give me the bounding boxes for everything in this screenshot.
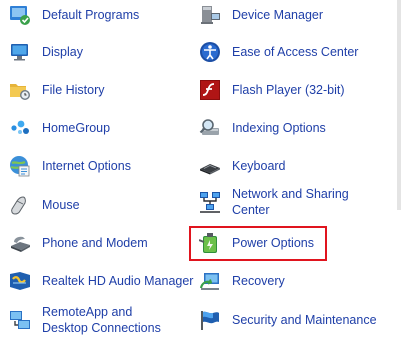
item-device-manager[interactable]: Device Manager (199, 4, 323, 26)
item-label: Recovery (232, 274, 285, 288)
flash-player-icon (199, 79, 221, 101)
item-label: Default Programs (42, 8, 140, 22)
item-label: Mouse (42, 198, 80, 212)
scrollbar-thumb[interactable] (397, 0, 401, 210)
remoteapp-icon (9, 309, 31, 331)
item-phone-modem[interactable]: Phone and Modem (9, 232, 148, 254)
phone-modem-icon (9, 232, 31, 254)
item-indexing-options[interactable]: Indexing Options (199, 117, 326, 139)
indexing-options-icon (199, 117, 221, 139)
item-label: Device Manager (232, 8, 324, 22)
item-label: RemoteApp and Desktop Connections (42, 305, 161, 335)
realtek-audio-icon (9, 270, 31, 292)
item-label: Security and Maintenance (232, 313, 377, 327)
internet-options-icon (9, 155, 31, 177)
item-ease-of-access[interactable]: Ease of Access Center (199, 41, 358, 63)
recovery-icon (199, 270, 221, 292)
network-sharing-icon (199, 191, 221, 213)
item-display[interactable]: Display (9, 41, 83, 63)
item-label: Flash Player (32-bit) (232, 83, 345, 97)
item-security-maintenance[interactable]: Security and Maintenance (199, 309, 377, 331)
item-default-programs[interactable]: Default Programs (9, 4, 139, 26)
item-remoteapp[interactable]: RemoteApp and Desktop Connections (9, 304, 177, 336)
mouse-icon (9, 194, 31, 216)
ease-of-access-icon (199, 41, 221, 63)
security-maintenance-icon (199, 309, 221, 331)
device-manager-icon (199, 4, 221, 26)
control-panel-items: Default Programs Device Manager Display (0, 0, 401, 337)
vertical-scrollbar[interactable] (396, 0, 401, 337)
file-history-icon (9, 79, 31, 101)
item-internet-options[interactable]: Internet Options (9, 155, 131, 177)
item-keyboard[interactable]: Keyboard (199, 155, 286, 177)
item-file-history[interactable]: File History (9, 79, 105, 101)
item-label: File History (42, 83, 105, 97)
item-flash-player[interactable]: Flash Player (32-bit) (199, 79, 345, 101)
keyboard-icon (199, 155, 221, 177)
default-programs-icon (9, 4, 31, 26)
item-label: Indexing Options (232, 121, 326, 135)
item-label: Network and Sharing Center (232, 187, 349, 217)
item-label: Display (42, 45, 83, 59)
item-label: Keyboard (232, 159, 286, 173)
item-label: Phone and Modem (42, 236, 148, 250)
homegroup-icon (9, 117, 31, 139)
item-homegroup[interactable]: HomeGroup (9, 117, 110, 139)
display-icon (9, 41, 31, 63)
item-power-options[interactable]: Power Options (199, 232, 314, 254)
item-label: Ease of Access Center (232, 45, 359, 59)
item-realtek-audio[interactable]: Realtek HD Audio Manager (9, 270, 193, 292)
item-network-sharing[interactable]: Network and Sharing Center (199, 186, 367, 218)
item-recovery[interactable]: Recovery (199, 270, 285, 292)
item-label: HomeGroup (42, 121, 111, 135)
item-mouse[interactable]: Mouse (9, 194, 80, 216)
power-options-icon (199, 232, 221, 254)
item-label: Power Options (232, 236, 314, 250)
item-label: Internet Options (42, 159, 131, 173)
item-label: Realtek HD Audio Manager (42, 274, 194, 288)
